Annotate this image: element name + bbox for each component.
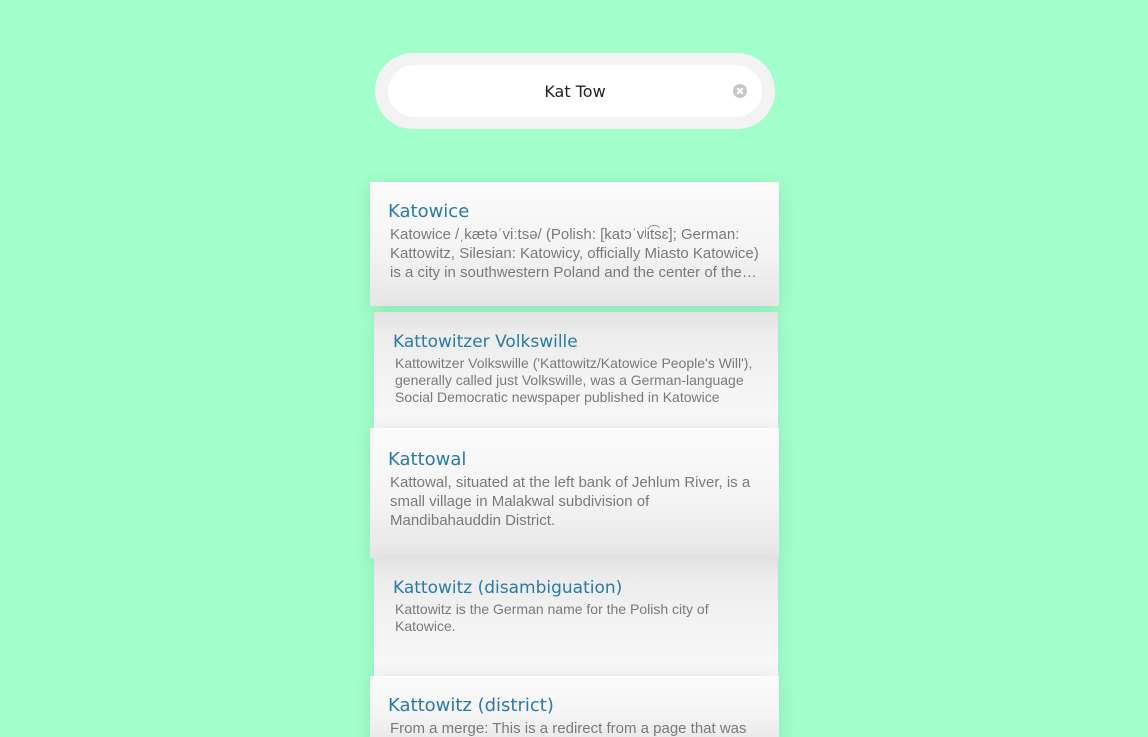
result-snippet: Kattowitzer Volkswille ('Kattowitz/Katow…	[395, 355, 753, 405]
result-title[interactable]: Katowice	[388, 200, 765, 224]
result-snippet: Kattowal, situated at the left bank of J…	[390, 474, 751, 529]
result-title[interactable]: Kattowitz (district)	[388, 694, 765, 718]
search-field-container	[388, 65, 762, 117]
page: Katowice Katowice /ˌkætəˈviːtsə/ (Polish…	[0, 0, 1148, 737]
clear-circle-icon[interactable]	[733, 84, 747, 98]
result-item[interactable]: Kattowitz (district) From a merge: This …	[370, 676, 779, 737]
result-title[interactable]: Kattowitz (disambiguation)	[393, 576, 764, 600]
result-title[interactable]: Kattowal	[388, 448, 765, 472]
result-title[interactable]: Kattowitzer Volkswille	[393, 330, 764, 354]
result-snippet: From a merge: This is a redirect from a …	[390, 720, 747, 737]
result-item[interactable]: Kattowal Kattowal, situated at the left …	[370, 428, 779, 558]
result-snippet: Kattowitz is the German name for the Pol…	[395, 601, 709, 634]
result-item[interactable]: Kattowitz (disambiguation) Kattowitz is …	[374, 558, 778, 676]
search-input[interactable]	[418, 65, 732, 117]
result-snippet: Katowice /ˌkætəˈviːtsə/ (Polish: [katɔˈv…	[390, 226, 759, 281]
result-item[interactable]: Kattowitzer Volkswille Kattowitzer Volks…	[374, 312, 778, 428]
result-item[interactable]: Katowice Katowice /ˌkætəˈviːtsə/ (Polish…	[370, 182, 779, 306]
search-bar	[375, 53, 775, 129]
